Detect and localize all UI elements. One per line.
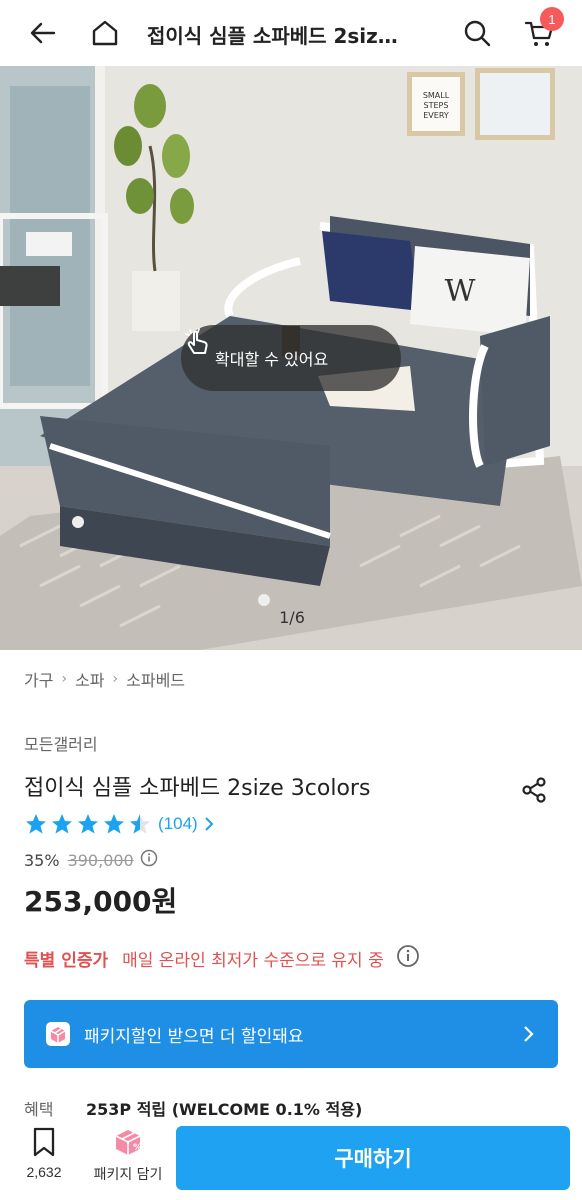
package-box-icon: %	[115, 1130, 142, 1155]
breadcrumb-item-sofa[interactable]: 소파	[75, 667, 104, 691]
star-icon	[78, 814, 98, 834]
svg-text:EVERY: EVERY	[423, 111, 449, 120]
breadcrumb: 가구 › 소파 › 소파베드	[24, 667, 185, 691]
promo-info-button[interactable]	[396, 944, 420, 973]
product-image-carousel[interactable]: SMALL STEPS EVERY W 확대할 수 있어요 1/6	[0, 66, 582, 650]
share-icon	[522, 777, 546, 803]
promo-message: 매일 온라인 최저가 수준으로 유지 중	[122, 951, 384, 971]
benefit-value: 253P 적립 (WELCOME 0.1% 적용)	[86, 1100, 363, 1118]
info-icon	[396, 945, 419, 967]
top-app-bar: 접이식 심플 소파베드 2siz… 1	[0, 0, 582, 66]
image-counter: 1/6	[279, 608, 305, 627]
price-info-button[interactable]	[140, 849, 158, 871]
banner-text: 패키지할인 받으면 더 할인돼요	[84, 1026, 304, 1047]
back-arrow-icon	[30, 22, 56, 44]
home-icon	[92, 20, 118, 46]
product-title: 접이식 심플 소파베드 2size 3colors	[24, 776, 371, 801]
rating-stars	[24, 812, 152, 836]
tap-hand-icon	[185, 328, 208, 354]
svg-text:W: W	[445, 274, 476, 309]
discount-row: 35% 390,000	[24, 849, 158, 871]
info-icon	[140, 849, 157, 867]
sale-price: 253,000원	[24, 885, 178, 918]
page-title: 접이식 심플 소파베드 2siz…	[147, 24, 398, 48]
benefit-label: 혜택	[24, 1100, 54, 1118]
promo-label: 특별 인증가	[24, 951, 109, 971]
add-to-package-button[interactable]: % 패키지 담기	[86, 1126, 170, 1196]
half-star-icon	[130, 814, 150, 834]
chevron-right-icon	[524, 1026, 534, 1042]
chevron-right-icon	[204, 817, 214, 831]
bookmark-count: 2,632	[26, 1164, 62, 1180]
svg-text:%: %	[133, 1143, 142, 1153]
package-label: 패키지 담기	[93, 1167, 163, 1183]
buy-button[interactable]: 구매하기	[176, 1126, 570, 1190]
chevron-right-icon: ›	[61, 671, 68, 687]
star-icon	[26, 814, 46, 834]
cart-count-badge: 1	[540, 7, 564, 31]
discount-rate: 35%	[24, 850, 60, 870]
share-button[interactable]	[516, 772, 552, 808]
bookmark-button[interactable]: 2,632	[14, 1126, 74, 1196]
package-box-icon	[46, 1022, 70, 1046]
review-count[interactable]: (104)	[158, 814, 198, 834]
search-icon	[464, 20, 491, 47]
zoom-hint-pill[interactable]: 확대할 수 있어요	[181, 325, 401, 391]
back-button[interactable]	[20, 10, 66, 56]
breadcrumb-item-sofa-bed[interactable]: 소파베드	[126, 667, 185, 691]
package-discount-banner[interactable]: 패키지할인 받으면 더 할인돼요	[24, 1000, 558, 1068]
benefit-row: 혜택 253P 적립 (WELCOME 0.1% 적용)	[24, 1096, 564, 1118]
star-icon	[52, 814, 72, 834]
zoom-hint-text: 확대할 수 있어요	[215, 350, 329, 369]
chevron-right-icon: ›	[112, 671, 119, 687]
svg-text:SMALL: SMALL	[423, 91, 450, 100]
original-price: 390,000	[67, 850, 134, 870]
special-price-notice: 특별 인증가 매일 온라인 최저가 수준으로 유지 중	[24, 944, 420, 973]
svg-text:STEPS: STEPS	[424, 101, 449, 110]
breadcrumb-item-furniture[interactable]: 가구	[24, 667, 53, 691]
home-button[interactable]	[82, 10, 128, 56]
star-icon	[104, 814, 124, 834]
search-button[interactable]	[454, 10, 500, 56]
bookmark-icon	[33, 1127, 55, 1157]
brand-name[interactable]: 모든갤러리	[24, 731, 98, 755]
bottom-action-bar: 2,632 % 패키지 담기 구매하기	[0, 1118, 582, 1200]
rating-summary[interactable]: (104)	[24, 812, 216, 836]
